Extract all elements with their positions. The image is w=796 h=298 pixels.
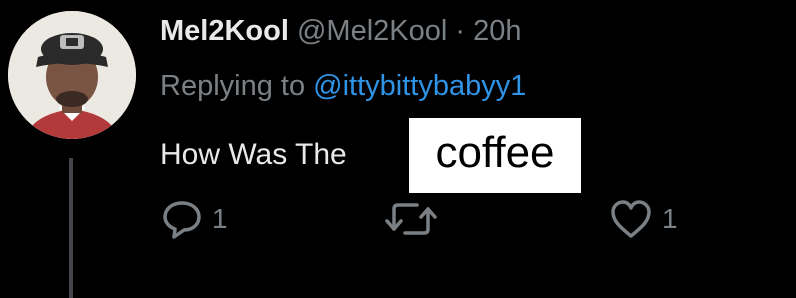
redaction-overlay: coffee [409, 118, 581, 193]
replying-to-mention[interactable]: @ittybittybabyy1 [313, 70, 526, 102]
action-bar: 1 1 [0, 196, 796, 246]
timestamp[interactable]: 20h [473, 15, 521, 47]
avatar-photo [8, 11, 136, 139]
retweet-button[interactable] [383, 196, 439, 242]
tweet-header: Mel2Kool @Mel2Kool · 20h [160, 14, 522, 48]
tweet[interactable]: Mel2Kool @Mel2Kool · 20h Replying to @it… [0, 0, 796, 298]
avatar[interactable] [8, 11, 136, 139]
speech-bubble-icon [163, 201, 201, 239]
redaction-word: coffee [435, 127, 555, 177]
reply-button[interactable]: 1 [160, 196, 228, 242]
like-button[interactable]: 1 [608, 196, 678, 242]
heart-icon [611, 200, 651, 238]
replying-to-label: Replying to [160, 70, 306, 102]
tweet-text-start: How Was The [160, 138, 356, 171]
retweet-icon [385, 203, 437, 235]
reply-count: 1 [212, 203, 228, 234]
like-count: 1 [662, 203, 678, 234]
separator: · [455, 15, 466, 47]
display-name[interactable]: Mel2Kool [160, 15, 289, 47]
replying-to-line: Replying to @ittybittybabyy1 [160, 69, 526, 103]
user-handle[interactable]: @Mel2Kool [297, 15, 447, 47]
